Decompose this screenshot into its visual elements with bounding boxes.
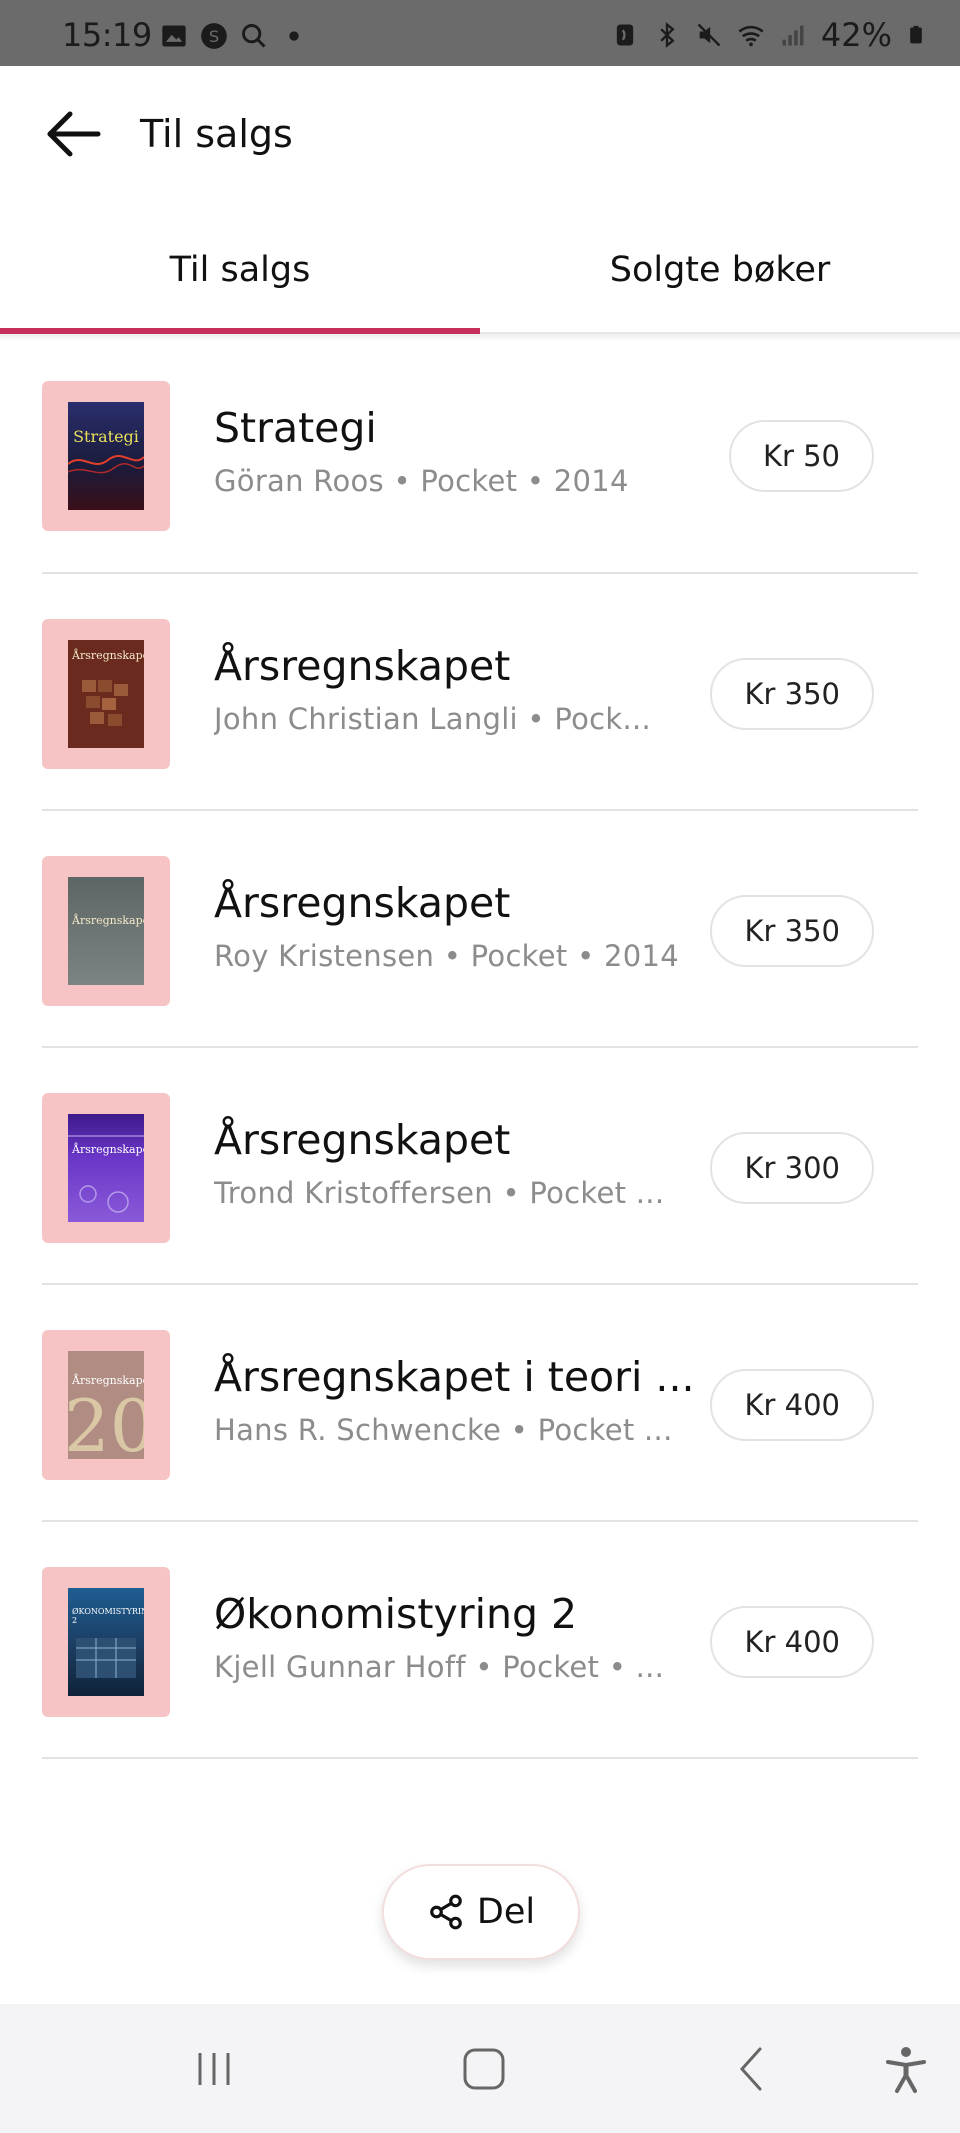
share-icon [430, 1894, 462, 1930]
book-subtitle: Göran Roos • Pocket • 2014 [214, 464, 629, 498]
book-cover-text: Årsregnskapet [72, 649, 144, 662]
book-title: Årsregnskapet [214, 642, 511, 690]
price-chip[interactable]: Kr 50 [728, 420, 874, 492]
book-title: Årsregnskapet [214, 879, 511, 927]
battery-icon [910, 25, 922, 44]
book-cover: Årsregnskapet [68, 640, 144, 748]
price-chip[interactable]: Kr 400 [710, 1369, 874, 1441]
tab-solgte-boker[interactable]: Solgte bøker [480, 206, 960, 334]
book-cover: Strategi [68, 402, 144, 510]
book-subtitle: Kjell Gunnar Hoff • Pocket • ... [214, 1650, 665, 1684]
book-title: Strategi [214, 404, 377, 452]
list-item[interactable]: Strategi Strategi Göran Roos • Pocket • … [42, 336, 918, 574]
battery-percent: 42% [820, 16, 892, 54]
book-thumbnail: Strategi [42, 381, 170, 531]
book-thumbnail: ØKONOMISTYRING 2 [42, 1567, 170, 1717]
book-thumbnail: Årsregnskapet [42, 856, 170, 1006]
bluetooth-icon [660, 22, 675, 48]
book-subtitle: Trond Kristoffersen • Pocket ... [214, 1176, 665, 1210]
accessibility-icon [886, 2047, 926, 2093]
list-item[interactable]: Årsregnskapet Årsregnskapet Roy Kristens… [42, 811, 918, 1048]
price-chip[interactable]: Kr 400 [710, 1606, 874, 1678]
tab-til-salgs[interactable]: Til salgs [0, 206, 480, 334]
dot-icon [289, 31, 299, 41]
book-cover: Årsregnskapet [68, 1114, 144, 1222]
tab-bar: Til salgs Solgte bøker [0, 206, 960, 334]
book-thumbnail: Årsregnskapet [42, 619, 170, 769]
wifi-icon [738, 25, 764, 47]
book-cover-text: ØKONOMISTYRING 2 [72, 1607, 144, 1625]
back-icon [739, 2047, 762, 2091]
list-item[interactable]: Årsregnskapet Årsregnskapet John Christi… [42, 574, 918, 811]
home-icon [463, 2048, 505, 2090]
arrow-left-icon [47, 111, 101, 157]
book-thumbnail: 20 Årsregnskapet [42, 1330, 170, 1480]
book-cover-text: Årsregnskapet [72, 1374, 144, 1387]
book-subtitle: Hans R. Schwencke • Pocket ... [214, 1413, 673, 1447]
book-title: Økonomistyring 2 [214, 1590, 578, 1638]
book-cover: 20 Årsregnskapet [68, 1351, 144, 1459]
share-button-label: Del [476, 1892, 536, 1932]
price-chip[interactable]: Kr 350 [710, 895, 874, 967]
app-notification-icon: S [201, 23, 227, 49]
page-title: Til salgs [140, 112, 293, 156]
system-nav-bar [0, 2004, 960, 2133]
book-thumbnail: Årsregnskapet [42, 1093, 170, 1243]
book-list: Strategi Strategi Göran Roos • Pocket • … [42, 336, 918, 1759]
back-button[interactable] [44, 110, 104, 158]
list-item[interactable]: ØKONOMISTYRING 2 Økonomistyring 2 Kjell … [42, 1522, 918, 1759]
book-title: Årsregnskapet i teori ... [214, 1353, 695, 1401]
recents-button[interactable] [184, 2044, 244, 2094]
status-system-icons: 42% [611, 16, 926, 54]
book-cover: ØKONOMISTYRING 2 [68, 1588, 144, 1696]
mute-icon [697, 23, 721, 47]
list-item[interactable]: 20 Årsregnskapet Årsregnskapet i teori .… [42, 1285, 918, 1522]
accessibility-button[interactable] [876, 2044, 936, 2094]
home-button[interactable] [454, 2044, 514, 2094]
book-subtitle: Roy Kristensen • Pocket • 2014 [214, 939, 679, 973]
nfc-icon [616, 24, 634, 46]
status-notification-icons: S [160, 22, 308, 50]
book-cover-text: Strategi [73, 427, 139, 446]
share-button[interactable]: Del [382, 1864, 580, 1960]
search-notification-icon [242, 24, 266, 48]
svg-text:S: S [209, 27, 219, 46]
nav-back-button[interactable] [722, 2044, 782, 2094]
book-cover-text: Årsregnskapet [72, 1143, 144, 1156]
book-subtitle: John Christian Langli • Pock... [214, 702, 652, 736]
book-cover-text: Årsregnskapet [72, 914, 144, 927]
price-chip[interactable]: Kr 350 [710, 658, 874, 730]
price-chip[interactable]: Kr 300 [710, 1132, 874, 1204]
recents-icon [198, 2053, 230, 2085]
status-time: 15:19 [62, 16, 152, 54]
svg-text:20: 20 [68, 1384, 144, 1459]
book-title: Årsregnskapet [214, 1116, 511, 1164]
gallery-icon [162, 25, 186, 47]
status-bar: 15:19 S 42% [0, 0, 960, 66]
book-cover: Årsregnskapet [68, 877, 144, 985]
app-bar: Til salgs [0, 66, 960, 206]
signal-icon [782, 25, 804, 46]
list-item[interactable]: Årsregnskapet Årsregnskapet Trond Kristo… [42, 1048, 918, 1285]
